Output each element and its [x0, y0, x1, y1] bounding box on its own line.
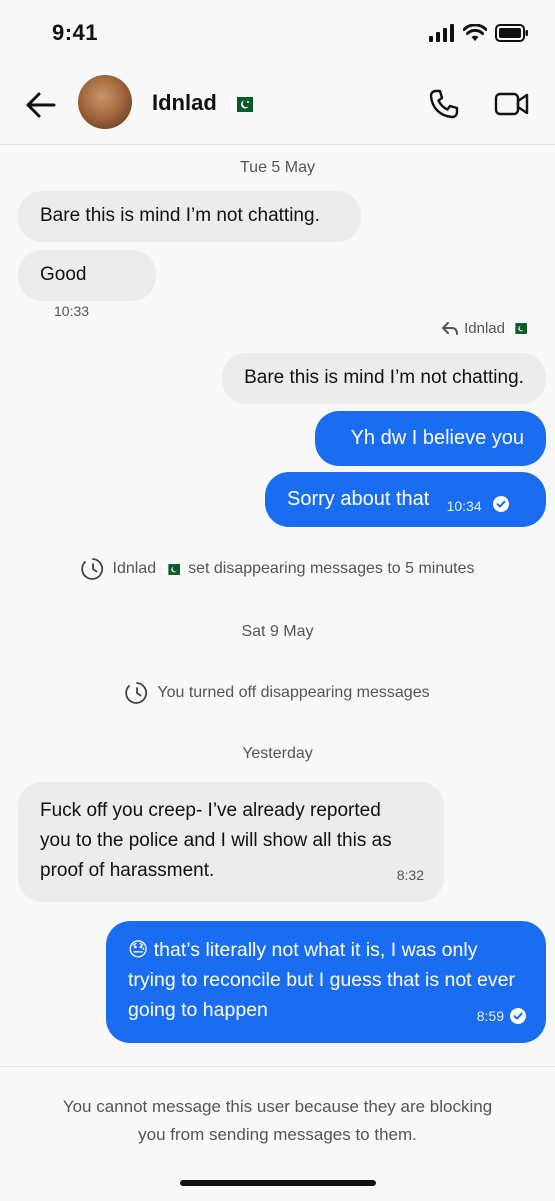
contact-name[interactable]: Idnlad: [152, 90, 253, 116]
incoming-message[interactable]: Fuck off you creep- I’ve already reporte…: [18, 782, 444, 902]
reply-label-name: Idnlad: [464, 320, 505, 337]
timer-icon: [125, 682, 148, 704]
outgoing-message[interactable]: Yh dw I believe you: [315, 411, 546, 466]
quoted-reply-bubble[interactable]: Bare this is mind I’m not chatting.: [222, 353, 546, 404]
chat-header: Idnlad: [0, 66, 555, 145]
timer-icon: [80, 558, 103, 580]
pakistan-flag-icon: [164, 563, 181, 575]
outgoing-message[interactable]: Sorry about that 10:34: [265, 472, 546, 527]
battery-icon: [495, 24, 528, 42]
read-check-icon: [492, 495, 509, 512]
reply-label: Idnlad: [442, 320, 527, 337]
message-meta: 8:59: [477, 1001, 526, 1031]
contact-name-text: Idnlad: [152, 90, 217, 115]
outgoing-message[interactable]: 😓 that’s literally not what it is, I was…: [106, 921, 546, 1043]
read-check-icon: [510, 1008, 526, 1024]
system-text: You turned off disappearing messages: [157, 684, 430, 701]
pakistan-flag-icon: [511, 323, 527, 334]
system-message: Idnlad set disappearing messages to 5 mi…: [0, 557, 555, 581]
message-time: 10:33: [54, 303, 90, 319]
system-actor: Idnlad: [112, 560, 157, 577]
video-call-icon[interactable]: [494, 90, 530, 118]
date-divider: Sat 9 May: [241, 623, 314, 640]
message-text: Yh dw I believe you: [350, 427, 524, 449]
status-icons: [429, 24, 529, 42]
quoted-text: Bare this is mind I’m not chatting.: [244, 367, 524, 388]
pakistan-flag-icon: [230, 96, 253, 112]
message-emoji: 😓: [128, 939, 149, 961]
blocked-footer: You cannot message this user because the…: [0, 1066, 555, 1201]
message-text: that’s literally not what it is, I was o…: [128, 939, 515, 1021]
date-divider: Yesterday: [242, 745, 313, 762]
system-text: set disappearing messages to 5 minutes: [188, 560, 475, 577]
home-indicator[interactable]: [180, 1180, 376, 1186]
reply-icon: [442, 321, 459, 335]
status-time: 9:41: [52, 20, 99, 45]
wifi-icon: [463, 24, 487, 41]
signal-icon: [429, 24, 454, 42]
incoming-message[interactable]: Bare this is mind I’m not chatting.: [18, 191, 361, 242]
phone-call-icon[interactable]: [428, 88, 460, 120]
blocked-notice: You cannot message this user because the…: [62, 1097, 493, 1144]
message-time: 8:59: [476, 1008, 504, 1024]
message-text: Fuck off you creep- I’ve already reporte…: [40, 800, 392, 881]
system-message: You turned off disappearing messages: [0, 681, 555, 705]
incoming-message[interactable]: Good 10:33: [18, 250, 156, 319]
message-time: 10:34: [446, 498, 482, 514]
message-time: 8:32: [396, 867, 424, 883]
back-arrow-icon[interactable]: [24, 88, 58, 122]
date-divider: Tue 5 May: [240, 159, 315, 176]
status-bar: 9:41: [0, 0, 555, 66]
message-text: Bare this is mind I’m not chatting.: [40, 205, 320, 226]
message-text: Sorry about that: [287, 488, 430, 510]
message-text: Good: [40, 264, 87, 285]
avatar[interactable]: [78, 75, 132, 129]
message-body: 😓 that’s literally not what it is, I was…: [128, 935, 520, 1025]
